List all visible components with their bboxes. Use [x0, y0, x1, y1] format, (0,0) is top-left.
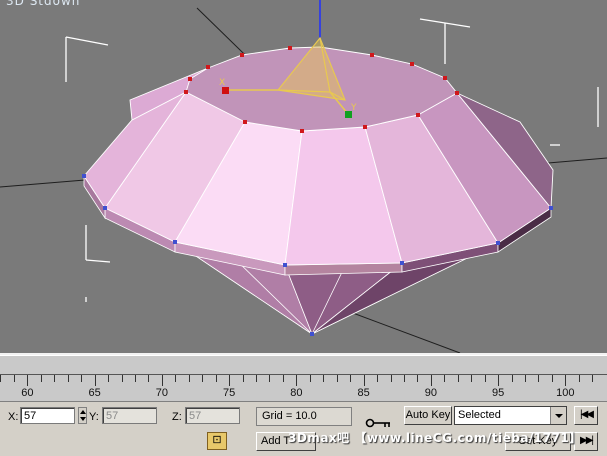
ruler-tick	[364, 375, 365, 386]
auto-key-button[interactable]: Auto Key	[404, 406, 452, 425]
ruler-label: 75	[222, 387, 236, 399]
ruler-tick	[377, 375, 378, 382]
ruler-tick	[108, 375, 109, 382]
z-coord-label: Z:	[172, 411, 182, 423]
ruler-label: 70	[155, 387, 168, 399]
ruler-tick	[444, 375, 445, 382]
ruler-tick	[269, 375, 270, 382]
ruler-tick	[202, 375, 203, 382]
ruler-tick	[68, 375, 69, 382]
ruler-tick	[391, 375, 392, 382]
selection-lock-icon[interactable]: ⊡	[207, 432, 227, 450]
ruler-tick	[350, 375, 351, 382]
x-coord-label: X:	[8, 411, 19, 423]
ruler-label: 65	[88, 387, 101, 399]
ruler-tick	[552, 375, 553, 382]
ruler-label: 85	[357, 387, 370, 399]
ruler-tick	[337, 375, 338, 382]
ruler-tick	[229, 375, 230, 386]
ruler-tick	[95, 375, 96, 386]
ruler-tick	[162, 375, 163, 386]
gizmo-x-label: X	[219, 78, 225, 88]
gizmo-y-label: Y	[350, 103, 357, 113]
x-coord-spinner[interactable]	[78, 407, 87, 424]
perspective-viewport[interactable]: 3D Stdown X Y	[0, 0, 607, 353]
ruler-label: 100	[556, 387, 575, 399]
ruler-label: 80	[290, 387, 303, 399]
ruler-tick	[565, 375, 566, 386]
grid-spacing-display: Grid = 10.0	[256, 407, 352, 426]
z-coord-field[interactable]: 57	[185, 407, 240, 424]
ruler-tick	[14, 375, 15, 382]
ruler-tick	[485, 375, 486, 382]
selection-set-dropdown[interactable]: Selected	[454, 406, 567, 425]
y-coord-label: Y:	[89, 411, 99, 423]
ruler-tick	[256, 375, 257, 382]
ruler-tick	[323, 375, 324, 382]
ruler-tick	[0, 375, 1, 382]
ruler-label: 90	[424, 387, 437, 399]
selection-set-value: Selected	[458, 409, 501, 421]
ruler-label: 60	[21, 387, 34, 399]
ruler-tick	[525, 375, 526, 382]
ruler-tick	[538, 375, 539, 382]
ruler-tick	[283, 375, 284, 382]
ruler-tick	[592, 375, 593, 382]
ruler-tick	[135, 375, 136, 382]
ruler-tick	[417, 375, 418, 382]
ruler-tick	[122, 375, 123, 382]
ruler-tick	[175, 375, 176, 382]
ruler-tick	[216, 375, 217, 382]
ruler-tick	[41, 375, 42, 382]
ruler-tick	[54, 375, 55, 382]
y-coord-field[interactable]: 57	[102, 407, 157, 424]
timeline-ruler[interactable]: 60 65 70 75 80 85 90 95 100	[0, 355, 607, 402]
goto-start-icon[interactable]: |◀◀	[574, 406, 598, 425]
ruler-tick	[296, 375, 297, 386]
ruler-tick	[310, 375, 311, 382]
ruler-tick	[498, 375, 499, 386]
status-bar: X: 57 Y: 57 Z: 57 Grid = 10.0 Auto Key S…	[0, 401, 607, 456]
ruler-tick	[579, 375, 580, 382]
ruler-label: 95	[491, 387, 505, 399]
key-icon[interactable]	[365, 418, 391, 428]
chevron-down-icon[interactable]	[550, 407, 566, 424]
ruler-tick	[243, 375, 244, 382]
ruler-tick	[404, 375, 405, 382]
ruler-tick	[148, 375, 149, 382]
watermark-text: 3Dmax吧 【www.lineCG.com/tieba/1771】	[288, 431, 582, 445]
ruler-tick	[27, 375, 28, 386]
ruler-tick	[512, 375, 513, 382]
x-coord-field[interactable]: 57	[20, 407, 75, 424]
ruler-tick	[458, 375, 459, 382]
ruler-tick	[81, 375, 82, 382]
ruler-tick	[471, 375, 472, 382]
ruler-baseline	[0, 374, 607, 375]
viewport-scene[interactable]: X Y	[0, 0, 607, 353]
ruler-tick	[189, 375, 190, 382]
ruler-tick	[431, 375, 432, 386]
